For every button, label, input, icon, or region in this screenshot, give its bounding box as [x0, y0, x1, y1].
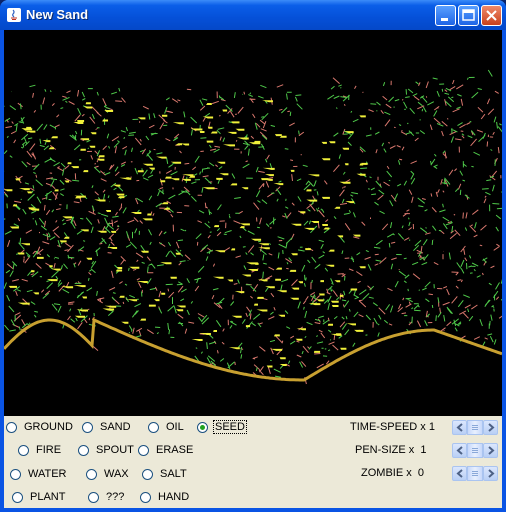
radio-indicator — [6, 421, 17, 433]
pen-size-label: PEN-SIZE x 1 — [355, 444, 427, 456]
maximize-icon — [462, 9, 475, 21]
radio-indicator — [82, 421, 93, 433]
control-panel: GROUND SAND OIL SEED FIRE SPOUT ERASE WA… — [4, 416, 502, 508]
tool-label: ??? — [106, 491, 125, 503]
radio-indicator — [10, 468, 21, 480]
radio-indicator — [88, 491, 99, 503]
arrow-right-icon — [488, 423, 495, 432]
tool-label: OIL — [166, 421, 184, 433]
radio-indicator — [86, 468, 97, 480]
tool-oil-radio[interactable]: OIL — [148, 419, 186, 435]
zombie-decrease-button[interactable] — [452, 466, 467, 481]
ground-line — [4, 317, 502, 382]
tool-label: GROUND — [24, 421, 73, 433]
radio-indicator — [138, 444, 149, 456]
zombie-label: ZOMBIE x 0 — [361, 467, 424, 479]
title-bar[interactable]: New Sand — [0, 0, 506, 30]
arrow-left-icon — [456, 423, 463, 432]
zombie-increase-button[interactable] — [483, 466, 498, 481]
radio-indicator — [142, 468, 153, 480]
tool-label: WATER — [28, 468, 67, 480]
tool-salt-radio[interactable]: SALT — [142, 466, 189, 482]
seed-particles — [4, 100, 368, 368]
arrow-left-icon — [456, 469, 463, 478]
tool-label: SEED — [213, 420, 247, 434]
radio-indicator — [197, 421, 208, 433]
time-speed-increase-button[interactable] — [483, 420, 498, 435]
tool-label: SPOUT — [96, 444, 134, 456]
pen-size-increase-button[interactable] — [483, 443, 498, 458]
arrow-right-icon — [488, 469, 495, 478]
time-speed-value: 1 — [428, 421, 435, 433]
java-app-icon — [7, 8, 21, 22]
pen-size-value: 1 — [420, 444, 427, 456]
radio-indicator — [18, 444, 29, 456]
tool-wax-radio[interactable]: WAX — [86, 466, 131, 482]
radio-indicator — [148, 421, 159, 433]
minimize-button[interactable] — [435, 5, 456, 26]
tool-label: ERASE — [156, 444, 194, 456]
maximize-button[interactable] — [458, 5, 479, 26]
time-speed-thumb[interactable] — [467, 420, 483, 435]
time-speed-scrollbar[interactable] — [452, 420, 498, 435]
pen-size-scrollbar[interactable] — [452, 443, 498, 458]
tool-plant-radio[interactable]: PLANT — [12, 489, 67, 505]
client-area: GROUND SAND OIL SEED FIRE SPOUT ERASE WA… — [4, 30, 502, 508]
tool-ground-radio[interactable]: GROUND — [6, 419, 75, 435]
zombie-thumb[interactable] — [467, 466, 483, 481]
radio-indicator — [140, 491, 151, 503]
tool-label: SAND — [100, 421, 131, 433]
radio-indicator — [12, 491, 23, 503]
tool-spout-radio[interactable]: SPOUT — [78, 442, 136, 458]
minimize-icon — [441, 18, 448, 21]
particle-layer — [4, 69, 502, 385]
zombie-scrollbar[interactable] — [452, 466, 498, 481]
zombie-value: 0 — [417, 467, 424, 479]
tool-seed-radio[interactable]: SEED — [197, 419, 247, 435]
close-icon — [486, 10, 497, 21]
pen-size-decrease-button[interactable] — [452, 443, 467, 458]
tool-water-radio[interactable]: WATER — [10, 466, 69, 482]
tool-label: WAX — [104, 468, 129, 480]
close-button[interactable] — [481, 5, 502, 26]
tool-label: FIRE — [36, 444, 62, 456]
time-speed-decrease-button[interactable] — [452, 420, 467, 435]
radio-indicator — [78, 444, 89, 456]
arrow-left-icon — [456, 446, 463, 455]
arrow-right-icon — [488, 446, 495, 455]
pen-size-thumb[interactable] — [467, 443, 483, 458]
tool-label: SALT — [160, 468, 187, 480]
tool-label: PLANT — [30, 491, 66, 503]
tool-erase-radio[interactable]: ERASE — [138, 442, 195, 458]
time-speed-label: TIME-SPEED x 1 — [350, 421, 435, 433]
tool-fire-radio[interactable]: FIRE — [18, 442, 63, 458]
tool-sand-radio[interactable]: SAND — [82, 419, 133, 435]
tool-hand-radio[interactable]: HAND — [140, 489, 191, 505]
tool-label: HAND — [158, 491, 190, 503]
app-window: New Sand GROUND SAND OIL SEED FIRE SPOUT… — [0, 0, 506, 512]
tool-unknown-radio[interactable]: ??? — [88, 489, 126, 505]
simulation-canvas[interactable] — [4, 30, 502, 416]
window-title: New Sand — [26, 7, 89, 22]
